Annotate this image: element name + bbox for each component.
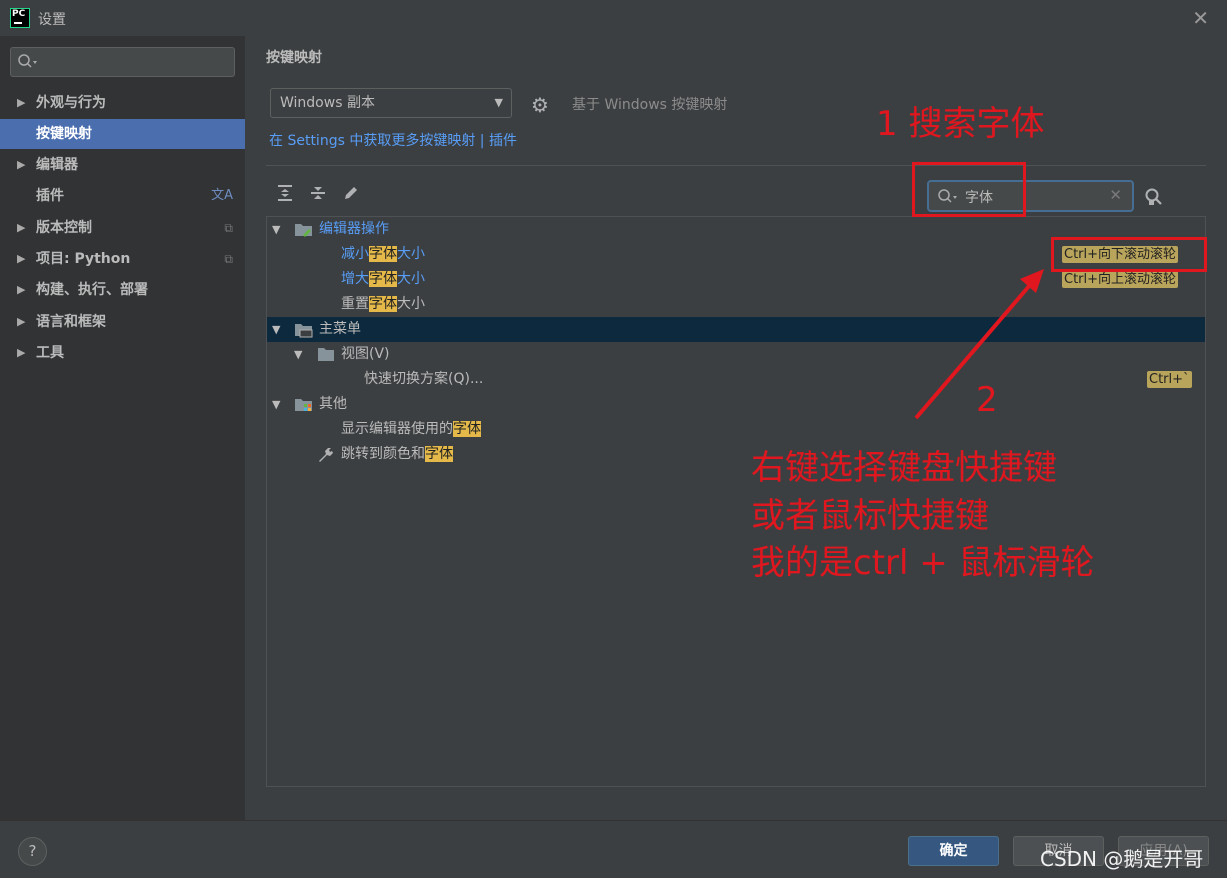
tree-row-show-editor-font[interactable]: 显示编辑器使用的字体 bbox=[267, 417, 1205, 442]
ok-button[interactable]: 确定 bbox=[908, 836, 999, 866]
expand-all-icon[interactable] bbox=[274, 184, 296, 206]
expand-arrow-icon: ▶ bbox=[17, 283, 26, 296]
wrench-icon bbox=[319, 448, 333, 462]
annotation-step2: 2 bbox=[976, 380, 998, 420]
expand-arrow-icon: ▶ bbox=[17, 315, 26, 328]
tree-node-main-menu[interactable]: ▼ 主菜单 bbox=[267, 317, 1205, 342]
annotation-note-line3: 我的是ctrl + 鼠标滑轮 bbox=[751, 543, 1095, 583]
expand-arrow-icon: ▶ bbox=[17, 252, 26, 265]
label-suffix: 大小 bbox=[397, 246, 425, 262]
menu-folder-icon bbox=[295, 324, 313, 338]
collapse-arrow-icon: ▼ bbox=[294, 348, 303, 361]
label-prefix: 跳转到颜色和 bbox=[341, 446, 425, 462]
get-more-keymaps-link[interactable]: 在 Settings 中获取更多按键映射 | 插件 bbox=[269, 130, 517, 150]
logo-text: PC bbox=[12, 9, 26, 19]
help-icon[interactable]: ? bbox=[18, 837, 47, 866]
sidebar-item-project[interactable]: ▶ 项目: Python ⧉ bbox=[0, 244, 245, 274]
sidebar-item-label: 外观与行为 bbox=[36, 95, 106, 111]
csdn-watermark: CSDN @鹅是开哥 bbox=[1040, 847, 1204, 871]
sidebar-item-vcs[interactable]: ▶ 版本控制 ⧉ bbox=[0, 213, 245, 243]
search-highlight: 字体 bbox=[425, 446, 453, 462]
expand-arrow-icon: ▶ bbox=[17, 221, 26, 234]
keymap-dropdown-value: Windows 副本 bbox=[280, 95, 375, 111]
label-prefix: 重置 bbox=[341, 296, 369, 312]
label-prefix: 增大 bbox=[341, 271, 369, 287]
sidebar-item-build[interactable]: ▶ 构建、执行、部署 bbox=[0, 275, 245, 305]
clear-icon[interactable]: ✕ bbox=[1109, 186, 1122, 204]
chevron-down-icon: ▼ bbox=[494, 96, 503, 109]
copy-icon: ⧉ bbox=[224, 221, 233, 235]
sidebar-item-keymap[interactable]: 按键映射 bbox=[0, 119, 245, 149]
tree-node-view-menu[interactable]: ▼ 视图(V) bbox=[267, 342, 1205, 367]
gear-icon[interactable]: ⚙ bbox=[531, 93, 549, 117]
tree-label: 视图(V) bbox=[341, 346, 390, 362]
sidebar-item-label: 项目: Python bbox=[36, 251, 131, 267]
edit-pencil-icon[interactable] bbox=[340, 184, 362, 206]
sidebar-item-label: 按键映射 bbox=[36, 126, 92, 142]
collapse-arrow-icon: ▼ bbox=[272, 323, 281, 336]
tree-label: 主菜单 bbox=[319, 321, 361, 337]
collapse-arrow-icon: ▼ bbox=[272, 223, 281, 236]
search-highlight: 字体 bbox=[453, 421, 481, 437]
sidebar-item-label: 版本控制 bbox=[36, 220, 92, 236]
label-prefix: 减小 bbox=[341, 246, 369, 262]
close-icon[interactable]: ✕ bbox=[1192, 6, 1209, 30]
keymap-dropdown[interactable]: Windows 副本 ▼ bbox=[270, 88, 512, 118]
expand-arrow-icon: ▶ bbox=[17, 158, 26, 171]
sidebar-item-label: 构建、执行、部署 bbox=[36, 282, 148, 298]
annotation-note-line1: 右键选择键盘快捷键 bbox=[751, 448, 1057, 488]
dialog-footer: ? 确定 取消 应用(A) CSDN @鹅是开哥 bbox=[0, 820, 1227, 878]
search-highlight: 字体 bbox=[369, 271, 397, 287]
editor-folder-icon bbox=[295, 224, 312, 237]
translate-icon: 文A bbox=[211, 188, 233, 203]
tree-row-quick-switch[interactable]: 快速切换方案(Q)... Ctrl+` bbox=[267, 367, 1205, 392]
search-highlight: 字体 bbox=[369, 246, 397, 262]
search-icon bbox=[18, 54, 37, 68]
sidebar-item-editor[interactable]: ▶ 编辑器 bbox=[0, 150, 245, 180]
other-folder-icon bbox=[295, 399, 312, 411]
sidebar-item-tools[interactable]: ▶ 工具 bbox=[0, 338, 245, 368]
window-title: 设置 bbox=[38, 12, 66, 28]
sidebar-item-label: 工具 bbox=[36, 345, 64, 361]
label-suffix: 大小 bbox=[397, 296, 425, 312]
sidebar-item-label: 编辑器 bbox=[36, 157, 78, 173]
label-prefix: 显示编辑器使用的 bbox=[341, 421, 453, 437]
folder-icon bbox=[318, 348, 334, 361]
collapse-arrow-icon: ▼ bbox=[272, 398, 281, 411]
annotation-note-line2: 或者鼠标快捷键 bbox=[751, 496, 989, 536]
expand-arrow-icon: ▶ bbox=[17, 346, 26, 359]
title-bar: PC 设置 ✕ bbox=[0, 0, 1227, 36]
sidebar-search-input[interactable] bbox=[10, 47, 235, 77]
expand-arrow-icon: ▶ bbox=[17, 96, 26, 109]
annotation-search-box bbox=[912, 162, 1026, 217]
shortcut-badge: Ctrl+向上滚动滚轮 bbox=[1062, 271, 1179, 288]
tree-label: 编辑器操作 bbox=[319, 221, 389, 237]
keymap-panel: 按键映射 Windows 副本 ▼ ⚙ 基于 Windows 按键映射 在 Se… bbox=[245, 36, 1227, 820]
sidebar-item-languages[interactable]: ▶ 语言和框架 bbox=[0, 307, 245, 337]
sidebar-item-appearance[interactable]: ▶ 外观与行为 bbox=[0, 88, 245, 118]
annotation-shortcut-box bbox=[1051, 237, 1207, 272]
find-by-shortcut-icon[interactable] bbox=[1143, 186, 1165, 212]
tree-row-jump-to-colors-font[interactable]: 跳转到颜色和字体 bbox=[267, 442, 1205, 467]
sidebar-item-label: 语言和框架 bbox=[36, 314, 106, 330]
settings-sidebar: ▶ 外观与行为 按键映射 ▶ 编辑器 插件 文A ▶ 版本控制 ⧉ ▶ 项目: … bbox=[0, 36, 245, 820]
tree-node-other[interactable]: ▼ 其他 bbox=[267, 392, 1205, 417]
search-highlight: 字体 bbox=[369, 296, 397, 312]
copy-icon: ⧉ bbox=[224, 252, 233, 266]
page-title: 按键映射 bbox=[266, 50, 322, 66]
sidebar-item-label: 插件 bbox=[36, 188, 64, 204]
annotation-step1: 1 搜索字体 bbox=[876, 104, 1045, 144]
collapse-all-icon[interactable] bbox=[307, 184, 329, 206]
divider bbox=[266, 165, 1206, 166]
based-on-label: 基于 Windows 按键映射 bbox=[572, 97, 728, 113]
tree-row-reset-font[interactable]: 重置字体大小 bbox=[267, 292, 1205, 317]
tree-label: 快速切换方案(Q)... bbox=[364, 371, 484, 387]
label-suffix: 大小 bbox=[397, 271, 425, 287]
sidebar-item-plugins[interactable]: 插件 文A bbox=[0, 181, 245, 211]
shortcut-badge: Ctrl+` bbox=[1147, 371, 1192, 388]
tree-label: 其他 bbox=[319, 396, 347, 412]
keymap-actions-tree: ▼ 编辑器操作 减小字体大小 Ctrl+向下滚动滚轮 增大字体大小 Ctrl+向… bbox=[266, 216, 1206, 787]
pycharm-logo-icon: PC bbox=[10, 8, 30, 28]
